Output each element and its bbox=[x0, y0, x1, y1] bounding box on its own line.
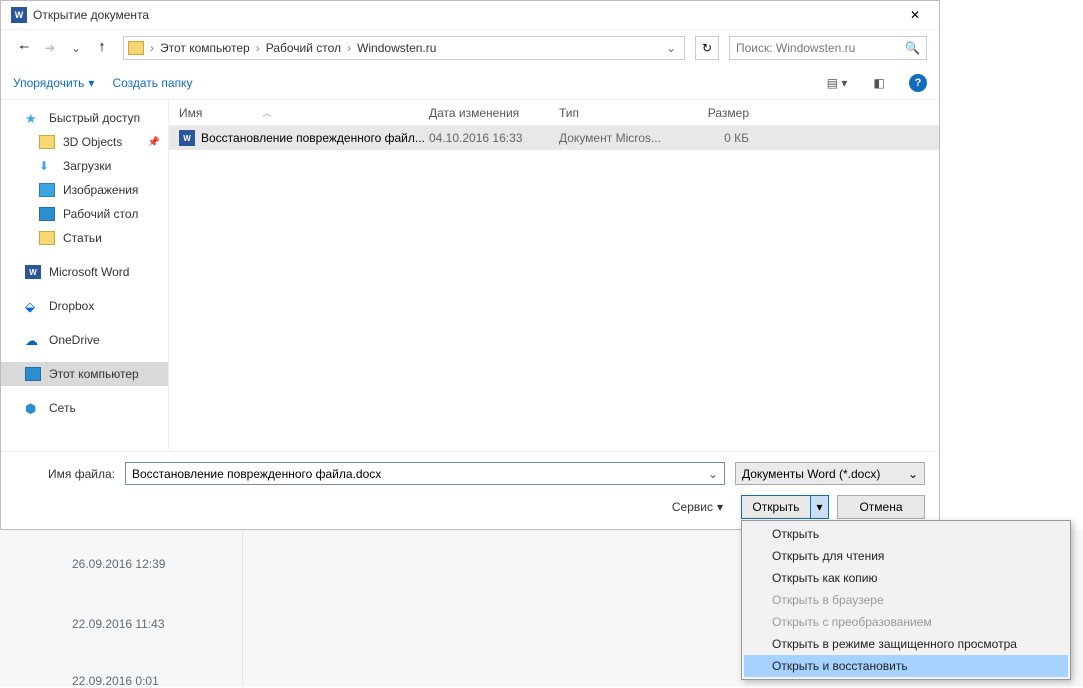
sort-indicator-icon: ︿ bbox=[262, 106, 271, 119]
word-app-icon: W bbox=[11, 7, 27, 23]
menu-open-transform: Открыть с преобразованием bbox=[744, 611, 1068, 633]
sidebar-item[interactable]: ⬇Загрузки bbox=[1, 154, 168, 178]
file-date: 04.10.2016 16:33 bbox=[429, 131, 559, 145]
breadcrumb-segment[interactable]: Рабочий стол bbox=[262, 41, 345, 55]
back-button[interactable]: 🠔 bbox=[13, 37, 35, 59]
col-type[interactable]: Тип bbox=[559, 106, 689, 120]
col-name[interactable]: Имя︿ bbox=[169, 106, 429, 120]
sidebar-this-pc[interactable]: Этот компьютер bbox=[1, 362, 168, 386]
menu-open-readonly[interactable]: Открыть для чтения bbox=[744, 545, 1068, 567]
sidebar-item[interactable]: 3D Objects📌 bbox=[1, 130, 168, 154]
file-size: 0 КБ bbox=[689, 131, 769, 145]
search-box[interactable]: Поиск: Windowsten.ru 🔍 bbox=[729, 36, 927, 60]
behind-timestamp: 26.09.2016 12:39 bbox=[72, 557, 165, 571]
folder-icon bbox=[128, 41, 144, 55]
open-split-button[interactable]: Открыть ▾ bbox=[741, 495, 829, 519]
forward-button: ➔ bbox=[39, 37, 61, 59]
sidebar-network[interactable]: ⬢Сеть bbox=[1, 396, 168, 420]
view-options-button[interactable]: ▤ ▾ bbox=[825, 72, 849, 94]
sidebar-item[interactable]: Статьи bbox=[1, 226, 168, 250]
filename-label: Имя файла: bbox=[15, 467, 115, 481]
breadcrumb-segment[interactable]: Этот компьютер bbox=[156, 41, 254, 55]
menu-open[interactable]: Открыть bbox=[744, 523, 1068, 545]
help-button[interactable]: ? bbox=[909, 74, 927, 92]
file-list-pane: Имя︿ Дата изменения Тип Размер W Восстано… bbox=[169, 100, 939, 451]
filetype-select[interactable]: Документы Word (*.docx) ⌄ bbox=[735, 462, 925, 485]
nav-row: 🠔 ➔ ⌄ 🠕 › Этот компьютер › Рабочий стол … bbox=[1, 30, 939, 66]
organize-button[interactable]: Упорядочить▾ bbox=[13, 76, 94, 90]
refresh-button[interactable]: ↻ bbox=[695, 36, 719, 60]
sidebar-dropbox[interactable]: ⬙Dropbox bbox=[1, 294, 168, 318]
dialog-footer: Имя файла: Восстановление поврежденного … bbox=[1, 451, 939, 529]
file-row[interactable]: W Восстановление поврежденного файл... 04… bbox=[169, 126, 939, 150]
word-file-icon: W bbox=[179, 130, 195, 146]
toolbar: Упорядочить▾ Создать папку ▤ ▾ ◧ ? bbox=[1, 66, 939, 100]
chevron-down-icon[interactable]: ⌄ bbox=[708, 467, 718, 481]
menu-open-browser: Открыть в браузере bbox=[744, 589, 1068, 611]
pin-icon: 📌 bbox=[148, 137, 160, 148]
new-folder-button[interactable]: Создать папку bbox=[112, 76, 192, 90]
tools-dropdown[interactable]: Сервис▾ bbox=[672, 500, 723, 514]
file-type: Документ Micros... bbox=[559, 131, 689, 145]
col-size[interactable]: Размер bbox=[689, 106, 769, 120]
preview-pane-button[interactable]: ◧ bbox=[867, 72, 891, 94]
sidebar-onedrive[interactable]: ☁OneDrive bbox=[1, 328, 168, 352]
open-button-main[interactable]: Открыть bbox=[742, 496, 810, 518]
behind-timestamp: 22.09.2016 0:01 bbox=[72, 674, 159, 688]
chevron-down-icon: ⌄ bbox=[908, 467, 918, 481]
behind-timestamp: 22.09.2016 11:43 bbox=[72, 617, 165, 631]
menu-open-repair[interactable]: Открыть и восстановить bbox=[744, 655, 1068, 677]
col-date[interactable]: Дата изменения bbox=[429, 106, 559, 120]
sidebar-quick-access[interactable]: ★Быстрый доступ bbox=[1, 106, 168, 130]
address-dropdown-icon[interactable]: ⌄ bbox=[662, 41, 680, 55]
filename-input[interactable]: Восстановление поврежденного файла.docx … bbox=[125, 462, 725, 485]
open-dialog: W Открытие документа ✕ 🠔 ➔ ⌄ 🠕 › Этот ко… bbox=[0, 0, 940, 530]
open-dropdown-menu: Открыть Открыть для чтения Открыть как к… bbox=[741, 520, 1071, 680]
search-icon: 🔍 bbox=[905, 41, 920, 55]
menu-open-protected[interactable]: Открыть в режиме защищенного просмотра bbox=[744, 633, 1068, 655]
cancel-button[interactable]: Отмена bbox=[837, 495, 925, 519]
navigation-tree: ★Быстрый доступ 3D Objects📌 ⬇Загрузки Из… bbox=[1, 100, 169, 451]
breadcrumb-segment[interactable]: Windowsten.ru bbox=[353, 41, 440, 55]
up-button[interactable]: 🠕 bbox=[91, 37, 113, 59]
recent-dropdown[interactable]: ⌄ bbox=[65, 37, 87, 59]
column-headers: Имя︿ Дата изменения Тип Размер bbox=[169, 100, 939, 126]
search-placeholder: Поиск: Windowsten.ru bbox=[736, 41, 905, 55]
sidebar-item[interactable]: Изображения bbox=[1, 178, 168, 202]
menu-open-copy[interactable]: Открыть как копию bbox=[744, 567, 1068, 589]
dialog-title: Открытие документа bbox=[33, 8, 895, 22]
file-name: Восстановление поврежденного файл... bbox=[201, 131, 425, 145]
titlebar: W Открытие документа ✕ bbox=[1, 1, 939, 30]
close-button[interactable]: ✕ bbox=[895, 1, 935, 30]
open-button-dropdown[interactable]: ▾ bbox=[810, 496, 828, 518]
sidebar-word[interactable]: WMicrosoft Word bbox=[1, 260, 168, 284]
sidebar-item[interactable]: Рабочий стол bbox=[1, 202, 168, 226]
address-bar[interactable]: › Этот компьютер › Рабочий стол › Window… bbox=[123, 36, 685, 60]
